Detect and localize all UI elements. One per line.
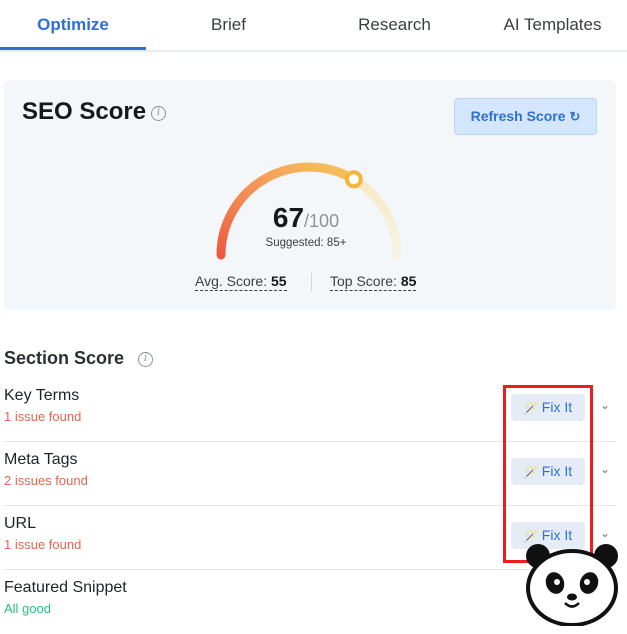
top-score-value: 85 (400, 273, 417, 289)
row-label: URL (4, 515, 37, 532)
refresh-score-label: Refresh Score (470, 108, 566, 124)
avg-score[interactable]: Avg. Score: 55 (195, 273, 287, 291)
tab-ai-templates[interactable]: AI Templates (478, 0, 627, 50)
section-score-title: Section Score (4, 348, 125, 368)
row-label: Featured Snippet (4, 579, 127, 596)
score-number: 67 (272, 202, 305, 233)
chevron-down-icon[interactable]: ⌄ (598, 526, 612, 540)
panda-logo-icon (526, 544, 618, 626)
info-icon[interactable]: i (151, 106, 166, 121)
row-status: 1 issue found (4, 537, 82, 552)
row-status: 2 issues found (4, 473, 88, 488)
row-status: 1 issue found (4, 409, 82, 424)
gauge-marker (344, 170, 363, 189)
tab-research[interactable]: Research (311, 0, 478, 50)
seo-score-card: SEO Score i Refresh Score ↻ 67/100 Sugges… (4, 80, 616, 310)
chevron-down-icon[interactable]: ⌄ (598, 462, 612, 476)
top-score[interactable]: Top Score: 85 (330, 273, 417, 291)
highlight-box (503, 385, 593, 563)
row-label: Meta Tags (4, 451, 78, 468)
avg-score-value: 55 (271, 273, 287, 289)
top-score-label: Top Score: (330, 273, 397, 289)
seo-score-title: SEO Score (22, 98, 147, 125)
refresh-score-button[interactable]: Refresh Score ↻ (454, 98, 597, 135)
suggested-score: Suggested: 85+ (265, 237, 347, 249)
score-value: 67/100 (226, 202, 386, 234)
avg-score-label: Avg. Score: (195, 273, 268, 289)
score-divider (311, 273, 312, 291)
chevron-down-icon[interactable]: ⌄ (598, 398, 612, 412)
row-status: All good (4, 601, 51, 616)
refresh-icon: ↻ (569, 109, 581, 124)
tab-optimize[interactable]: Optimize (0, 0, 146, 50)
score-max: /100 (304, 211, 340, 231)
row-label: Key Terms (4, 387, 80, 404)
tab-bar: Optimize Brief Research AI Templates (0, 0, 627, 52)
info-icon[interactable]: i (138, 352, 153, 367)
tab-brief[interactable]: Brief (146, 0, 311, 50)
